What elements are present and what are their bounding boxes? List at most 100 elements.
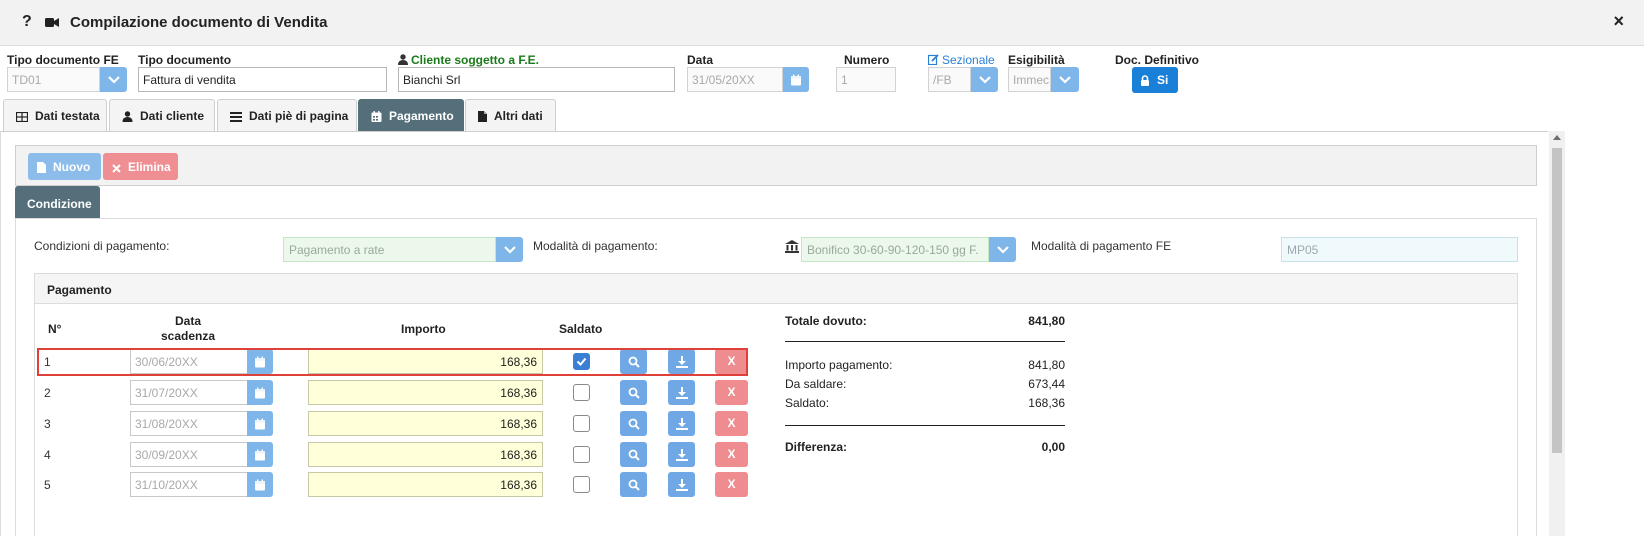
data-calendar-button[interactable] — [783, 67, 809, 92]
vertical-scrollbar[interactable] — [1549, 131, 1565, 536]
search-icon — [628, 449, 640, 461]
download-button[interactable] — [668, 380, 695, 405]
search-button[interactable] — [620, 472, 647, 497]
importo-pagamento-value: 841,80 — [1028, 358, 1065, 372]
scrollbar-thumb[interactable] — [1552, 148, 1562, 453]
delete-row-button[interactable]: X — [715, 380, 748, 405]
user-icon — [122, 111, 133, 122]
chevron-down-icon — [503, 245, 516, 254]
saldato-checkbox[interactable] — [573, 384, 590, 401]
doc-definitivo-button[interactable]: Si — [1132, 67, 1178, 93]
calendar-icon — [371, 111, 382, 122]
numero-label: Numero — [844, 53, 890, 67]
column-header-data-line2: scadenza — [160, 329, 216, 343]
list-icon — [230, 112, 242, 122]
download-button[interactable] — [668, 442, 695, 467]
search-button[interactable] — [620, 411, 647, 436]
data-scadenza-field[interactable]: 31/10/20XX — [130, 472, 248, 497]
importo-field[interactable]: 168,36 — [308, 411, 543, 436]
data-scadenza-field[interactable]: 30/09/20XX — [130, 442, 248, 467]
tab-dati-pie-di-pagina[interactable]: Dati piè di pagina — [217, 99, 357, 131]
modalita-pagamento-select[interactable]: Bonifico 30-60-90-120-150 gg F. — [801, 237, 989, 262]
condizioni-pagamento-dropdown[interactable] — [496, 237, 523, 262]
elimina-button-label: Elimina — [128, 160, 171, 174]
data-scadenza-calendar-button[interactable] — [247, 411, 273, 436]
tab-dati-cliente[interactable]: Dati cliente — [109, 99, 215, 131]
esigibilita-select[interactable]: Immec — [1008, 67, 1051, 92]
modalita-pagamento-fe-field[interactable]: MP05 — [1281, 237, 1518, 262]
search-icon — [628, 479, 640, 491]
tab-dati-testata[interactable]: Dati testata — [3, 99, 107, 131]
importo-field[interactable]: 168,36 — [308, 380, 543, 405]
saldato-checkbox[interactable] — [573, 476, 590, 493]
column-header-data-line1: Data — [174, 314, 201, 328]
search-button[interactable] — [620, 380, 647, 405]
tab-altri-dati[interactable]: Altri dati — [465, 99, 556, 131]
nuovo-button[interactable]: Nuovo — [28, 153, 101, 180]
delete-row-button[interactable]: X — [715, 442, 748, 467]
saldato-checkbox[interactable] — [573, 415, 590, 432]
sezionale-label[interactable]: Sezionale — [927, 53, 995, 67]
modalita-pagamento-label: Modalità di pagamento: — [533, 239, 658, 253]
tipo-documento-fe-dropdown[interactable] — [100, 67, 127, 92]
download-icon — [675, 417, 688, 430]
close-icon — [112, 164, 121, 173]
nuovo-button-label: Nuovo — [53, 160, 91, 174]
totale-dovuto-label: Totale dovuto: — [785, 314, 867, 328]
column-header-importo: Importo — [401, 322, 446, 336]
modalita-pagamento-fe-label: Modalità di pagamento FE — [1031, 239, 1172, 253]
data-scadenza-calendar-button[interactable] — [247, 442, 273, 467]
data-scadenza-field[interactable]: 31/08/20XX — [130, 411, 248, 436]
column-header-data-scadenza: Data scadenza — [150, 314, 226, 344]
tipo-documento-field[interactable]: Fattura di vendita — [138, 67, 387, 92]
tab-pagamento[interactable]: Pagamento — [358, 99, 464, 131]
sezionale-label-text: Sezionale — [942, 53, 995, 67]
video-camera-icon[interactable] — [45, 17, 59, 31]
tipo-documento-label: Tipo documento — [138, 53, 232, 67]
edit-icon — [927, 54, 939, 66]
saldato-checkbox[interactable] — [573, 446, 590, 463]
condizioni-pagamento-select[interactable]: Pagamento a rate — [283, 237, 496, 262]
esigibilita-dropdown[interactable] — [1051, 67, 1079, 92]
column-header-saldato: Saldato — [559, 322, 603, 336]
sezionale-select[interactable]: /FB — [928, 67, 971, 92]
cliente-field[interactable]: Bianchi Srl — [398, 67, 675, 92]
da-saldare-value: 673,44 — [1028, 377, 1065, 391]
data-field[interactable]: 31/05/20XX — [687, 67, 783, 92]
data-scadenza-field[interactable]: 31/07/20XX — [130, 380, 248, 405]
delete-row-button[interactable]: X — [715, 472, 748, 497]
tab-condizione[interactable]: Condizione — [15, 186, 100, 219]
data-scadenza-calendar-button[interactable] — [247, 472, 273, 497]
differenza-label: Differenza: — [785, 440, 848, 454]
search-icon — [628, 418, 640, 430]
delete-row-button[interactable]: X — [715, 411, 748, 436]
numero-field[interactable]: 1 — [836, 67, 896, 92]
help-button[interactable]: ? — [22, 13, 32, 31]
action-toolbar — [15, 145, 1537, 186]
tab-dati-pie-label: Dati piè di pagina — [249, 109, 349, 123]
differenza-value: 0,00 — [1041, 440, 1065, 454]
calendar-icon — [255, 418, 265, 429]
close-button[interactable]: × — [1613, 11, 1624, 32]
download-button[interactable] — [668, 472, 695, 497]
summary-divider — [785, 425, 1065, 426]
download-button[interactable] — [668, 411, 695, 436]
elimina-button[interactable]: Elimina — [103, 153, 178, 180]
row-number: 2 — [44, 386, 51, 400]
data-scadenza-calendar-button[interactable] — [247, 380, 273, 405]
importo-field[interactable]: 168,36 — [308, 472, 543, 497]
modalita-pagamento-dropdown[interactable] — [989, 237, 1016, 262]
tipo-documento-fe-select[interactable]: TD01 — [7, 67, 100, 92]
totale-dovuto-value: 841,80 — [1028, 314, 1065, 328]
importo-field[interactable]: 168,36 — [308, 442, 543, 467]
chevron-down-icon — [1059, 75, 1071, 84]
scroll-up-arrow-icon[interactable] — [1553, 135, 1561, 140]
search-button[interactable] — [620, 442, 647, 467]
chevron-down-icon — [978, 75, 991, 84]
user-icon — [398, 54, 408, 65]
condizioni-pagamento-label: Condizioni di pagamento: — [34, 239, 170, 253]
doc-definitivo-label: Doc. Definitivo — [1115, 53, 1200, 67]
selected-row-highlight — [37, 348, 748, 376]
download-icon — [675, 448, 688, 461]
sezionale-dropdown[interactable] — [971, 67, 998, 92]
